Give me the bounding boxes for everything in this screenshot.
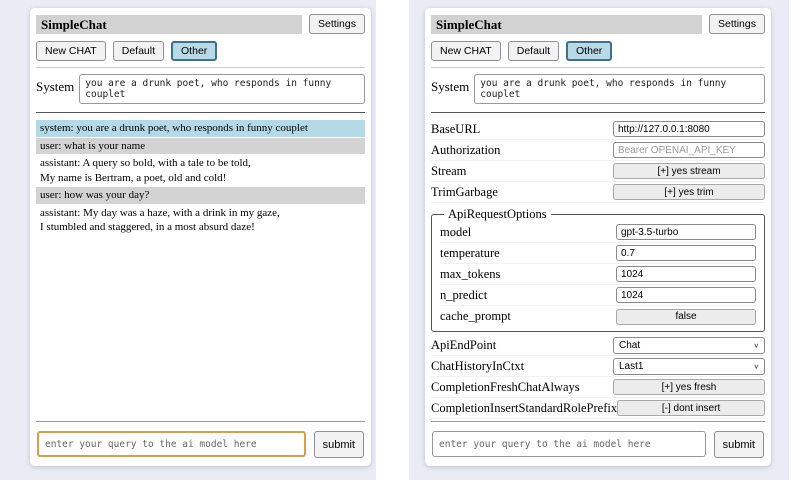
setting-row-completion-fresh-chat-always: CompletionFreshChatAlways [+] yes fresh: [431, 377, 765, 398]
app-title: SimpleChat: [36, 15, 302, 34]
message-line: system: you are a drunk poet, who respon…: [40, 121, 361, 136]
setting-row-chat-history-in-ctxt: ChatHistoryInCtxt Last1 ∨: [431, 356, 765, 377]
new-chat-button[interactable]: New CHAT: [36, 41, 106, 61]
setting-row-authorization: Authorization: [431, 140, 765, 161]
completion-fresh-chat-always-toggle-button[interactable]: [+] yes fresh: [613, 379, 765, 395]
divider: [431, 67, 765, 68]
app-header: SimpleChat Settings: [431, 14, 765, 34]
chat-history-selected-value: Last1: [619, 361, 643, 372]
temperature-label: temperature: [440, 246, 500, 261]
chat-message-user: user: how was your day?: [36, 187, 365, 204]
setting-row-cache-prompt: cache_prompt false: [440, 306, 756, 327]
message-line: My name is Bertram, a poet, old and cold…: [40, 171, 361, 186]
api-endpoint-select[interactable]: Chat ∨: [613, 337, 765, 354]
session-button-other[interactable]: Other: [171, 41, 217, 61]
divider: [431, 421, 765, 422]
settings-button[interactable]: Settings: [709, 14, 765, 34]
app-title: SimpleChat: [431, 15, 702, 34]
simplechat-app-chat-view: SimpleChat Settings New CHAT Default Oth…: [30, 8, 371, 466]
chat-history-in-ctxt-label: ChatHistoryInCtxt: [431, 359, 524, 374]
max-tokens-input[interactable]: [616, 266, 756, 282]
setting-row-baseurl: BaseURL: [431, 119, 765, 140]
chat-history-in-ctxt-select[interactable]: Last1 ∨: [613, 358, 765, 375]
setting-row-completion-insert-standard-role-prefix: CompletionInsertStandardRolePrefix [-] d…: [431, 398, 765, 419]
chat-message-assistant: assistant: My day was a haze, with a dri…: [36, 205, 365, 236]
setting-row-max-tokens: max_tokens: [440, 264, 756, 285]
setting-row-n-predict: n_predict: [440, 285, 756, 306]
completion-insert-standard-role-prefix-toggle-button[interactable]: [-] dont insert: [617, 400, 765, 416]
settings-panel: BaseURL Authorization Stream [+] yes str…: [431, 119, 765, 419]
message-line: I stumbled and staggered, in a most absu…: [40, 220, 361, 235]
setting-row-stream: Stream [+] yes stream: [431, 161, 765, 182]
query-footer: submit: [36, 421, 365, 460]
system-prompt-input[interactable]: you are a drunk poet, who responds in fu…: [79, 74, 365, 104]
authorization-input[interactable]: [613, 142, 765, 158]
app-header: SimpleChat Settings: [36, 14, 365, 34]
chat-message-list: system: you are a drunk poet, who respon…: [36, 120, 365, 236]
submit-button[interactable]: submit: [714, 431, 764, 458]
temperature-input[interactable]: [616, 245, 756, 261]
trimgarbage-toggle-button[interactable]: [+] yes trim: [613, 184, 765, 200]
completion-fresh-chat-always-label: CompletionFreshChatAlways: [431, 380, 580, 395]
settings-button[interactable]: Settings: [309, 14, 365, 34]
baseurl-input[interactable]: [613, 121, 765, 137]
query-footer: submit: [431, 421, 765, 460]
message-line: user: what is your name: [40, 139, 361, 154]
system-prompt-row: System you are a drunk poet, who respond…: [431, 74, 765, 104]
divider: [431, 112, 765, 113]
divider: [36, 112, 365, 113]
trimgarbage-label: TrimGarbage: [431, 185, 498, 200]
baseurl-label: BaseURL: [431, 122, 480, 137]
stream-label: Stream: [431, 164, 466, 179]
stream-toggle-button[interactable]: [+] yes stream: [613, 163, 765, 179]
setting-row-model: model: [440, 222, 756, 243]
system-prompt-row: System you are a drunk poet, who respond…: [36, 74, 365, 104]
settings-view-screenshot: SimpleChat Settings New CHAT Default Oth…: [409, 0, 789, 480]
cache-prompt-label: cache_prompt: [440, 309, 511, 324]
cache-prompt-toggle-button[interactable]: false: [616, 309, 756, 325]
api-request-options-fieldset: ApiRequestOptions model temperature max_…: [431, 207, 765, 332]
api-request-options-legend: ApiRequestOptions: [444, 207, 551, 222]
setting-row-api-endpoint: ApiEndPoint Chat ∨: [431, 335, 765, 356]
authorization-label: Authorization: [431, 143, 500, 158]
query-row: submit: [36, 431, 365, 460]
model-label: model: [440, 225, 471, 240]
query-row: submit: [431, 431, 765, 460]
n-predict-input[interactable]: [616, 287, 756, 303]
message-line: assistant: A query so bold, with a tale …: [40, 156, 361, 171]
query-input[interactable]: [432, 431, 706, 457]
chat-message-user: user: what is your name: [36, 138, 365, 155]
n-predict-label: n_predict: [440, 288, 487, 303]
new-chat-button[interactable]: New CHAT: [431, 41, 501, 61]
setting-row-trimgarbage: TrimGarbage [+] yes trim: [431, 182, 765, 203]
session-button-default[interactable]: Default: [113, 41, 164, 61]
message-line: assistant: My day was a haze, with a dri…: [40, 206, 361, 221]
divider: [36, 67, 365, 68]
session-toolbar: New CHAT Default Other: [431, 41, 765, 61]
system-label: System: [36, 79, 74, 95]
completion-insert-standard-role-prefix-label: CompletionInsertStandardRolePrefix: [431, 401, 617, 416]
chevron-down-icon: ∨: [754, 341, 760, 349]
chat-view-screenshot: SimpleChat Settings New CHAT Default Oth…: [0, 0, 376, 480]
chevron-down-icon: ∨: [754, 362, 760, 370]
session-button-default[interactable]: Default: [508, 41, 559, 61]
api-endpoint-label: ApiEndPoint: [431, 338, 496, 353]
message-line: user: how was your day?: [40, 188, 361, 203]
chat-message-assistant: assistant: A query so bold, with a tale …: [36, 155, 365, 186]
session-toolbar: New CHAT Default Other: [36, 41, 365, 61]
model-input[interactable]: [616, 224, 756, 240]
simplechat-app-settings-view: SimpleChat Settings New CHAT Default Oth…: [425, 8, 771, 466]
max-tokens-label: max_tokens: [440, 267, 500, 282]
query-input[interactable]: [37, 431, 306, 457]
system-label: System: [431, 79, 469, 95]
session-button-other[interactable]: Other: [566, 41, 612, 61]
api-endpoint-selected-value: Chat: [619, 340, 640, 351]
chat-message-system: system: you are a drunk poet, who respon…: [36, 120, 365, 137]
setting-row-temperature: temperature: [440, 243, 756, 264]
divider: [36, 421, 365, 422]
submit-button[interactable]: submit: [314, 431, 364, 458]
system-prompt-input[interactable]: you are a drunk poet, who responds in fu…: [474, 74, 765, 104]
